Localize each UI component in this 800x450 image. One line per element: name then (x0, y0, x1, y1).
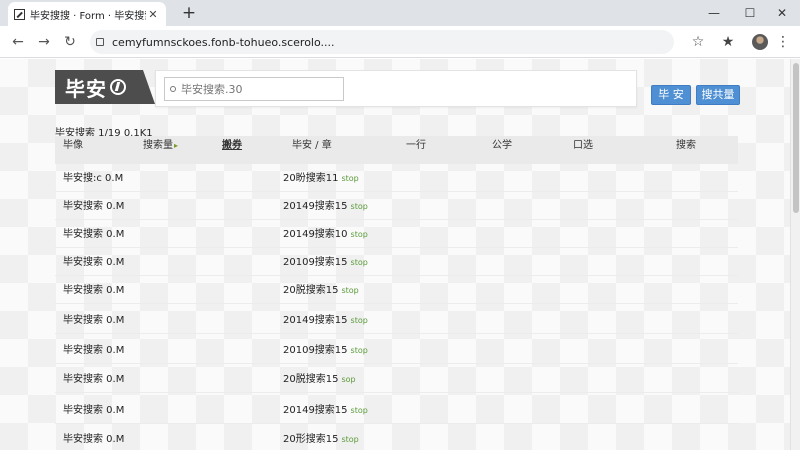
row-tag: stop (341, 174, 359, 183)
table-row[interactable]: 毕安搜索 0.M 20109搜索15 stop (55, 248, 738, 276)
table-row[interactable]: 毕安搜索 0.M 20109搜索15 stop (55, 336, 738, 364)
row-date: 20109搜索15 stop (283, 345, 368, 356)
row-tag: stop (341, 286, 359, 295)
table-row[interactable]: 毕安搜:c 0.M 20盼搜索11 stop (55, 164, 738, 192)
column-header[interactable]: 毕像 (63, 136, 83, 164)
maximize-icon[interactable]: ☐ (738, 3, 762, 23)
window-close-icon[interactable]: ✕ (770, 3, 794, 23)
table-row[interactable]: 毕安搜索 0.M 20149搜索15 stop (55, 306, 738, 334)
row-name: 毕安搜索 0.M (63, 257, 125, 268)
row-date: 20109搜索15 stop (283, 257, 368, 268)
row-name: 毕安搜索 0.M (63, 374, 125, 385)
reload-icon[interactable]: ↻ (60, 32, 80, 52)
row-tag: stop (350, 230, 368, 239)
logo-mark-icon (110, 79, 126, 95)
table-row[interactable]: 毕安搜索 0.M 20149搜索15 stop (55, 396, 738, 424)
search-field[interactable] (164, 77, 344, 101)
site-info-icon[interactable] (96, 38, 104, 46)
row-tag: stop (350, 406, 368, 415)
logo-text: 毕安 (65, 76, 107, 101)
row-date: 20盼搜索11 stop (283, 173, 359, 184)
column-header[interactable]: 搜索 (676, 136, 696, 164)
bookmark-star-outline-icon[interactable]: ☆ (688, 32, 708, 52)
row-tag: stop (350, 346, 368, 355)
scrollbar[interactable] (790, 59, 800, 450)
row-name: 毕安搜索 0.M (63, 434, 125, 445)
primary-search-button[interactable]: 毕 安 (651, 85, 691, 105)
row-date: 20脱搜索15 stop (283, 285, 359, 296)
column-header[interactable]: 毕安 / 章 (292, 136, 332, 164)
row-name: 毕安搜索 0.M (63, 285, 125, 296)
table-row[interactable]: 毕安搜索 0.M 20149搜索15 stop (55, 192, 738, 220)
search-icon (170, 86, 176, 92)
forward-arrow-icon[interactable]: → (34, 32, 54, 52)
tab-close-icon[interactable]: ✕ (146, 8, 160, 21)
row-tag: stop (350, 258, 368, 267)
row-name: 毕安搜索 0.M (63, 201, 125, 212)
row-tag: sop (341, 375, 356, 384)
column-header[interactable]: 口选 (573, 136, 593, 164)
minimize-icon[interactable]: — (702, 3, 726, 23)
scrollbar-thumb[interactable] (793, 63, 799, 213)
column-header[interactable]: 公学 (492, 136, 512, 164)
row-name: 毕安搜:c 0.M (63, 173, 124, 184)
column-header-sorted[interactable]: 搬券 (222, 136, 242, 164)
bookmarks-star-icon[interactable]: ★ (718, 32, 738, 52)
row-date: 20149搜索15 stop (283, 201, 368, 212)
column-header[interactable]: 搜索量▸ (143, 136, 178, 164)
back-arrow-icon[interactable]: ← (8, 32, 28, 52)
row-tag: stop (341, 435, 359, 444)
row-date: 20形搜索15 stop (283, 434, 359, 445)
row-name: 毕安搜索 0.M (63, 315, 125, 326)
profile-avatar[interactable] (752, 34, 768, 50)
row-name: 毕安搜索 0.M (63, 229, 125, 240)
row-date: 20149搜索15 stop (283, 315, 368, 326)
sort-arrow-icon: ▸ (174, 141, 179, 150)
table-row[interactable]: 毕安搜索 0.M 20脱搜索15 sop (55, 365, 738, 393)
tab-title: 毕安搜搜 · Form · 毕安搜索 (30, 10, 146, 22)
table-row[interactable]: 毕安搜索 0.M 20形搜索15 stop (55, 425, 738, 449)
table-row[interactable]: 毕安搜索 0.M 20脱搜索15 stop (55, 276, 738, 304)
row-tag: stop (350, 316, 368, 325)
row-date: 20149搜索15 stop (283, 405, 368, 416)
menu-dots-icon[interactable]: ⋮ (776, 32, 790, 52)
page-favicon-icon (14, 8, 25, 20)
row-tag: stop (350, 202, 368, 211)
new-tab-button[interactable]: + (180, 4, 198, 22)
tab-bar: 毕安搜搜 · Form · 毕安搜索 ✕ + — ☐ ✕ (0, 0, 800, 26)
search-panel (155, 70, 637, 107)
url-text: cemyfumnsckoes.fonb-tohueo.scerolo.... (112, 35, 335, 49)
row-name: 毕安搜索 0.M (63, 345, 125, 356)
row-date: 20脱搜索15 sop (283, 374, 356, 385)
browser-tab[interactable]: 毕安搜搜 · Form · 毕安搜索 ✕ (8, 2, 166, 26)
row-name: 毕安搜索 0.M (63, 405, 125, 416)
address-bar[interactable]: cemyfumnsckoes.fonb-tohueo.scerolo.... (90, 30, 674, 54)
search-input[interactable] (181, 82, 331, 96)
browser-toolbar: ← → ↻ cemyfumnsckoes.fonb-tohueo.scerolo… (0, 26, 800, 58)
site-logo[interactable]: 毕安 (55, 70, 155, 104)
row-date: 20149搜索10 stop (283, 229, 368, 240)
table-header: 毕像 搜索量▸ 搬券 毕安 / 章 一行 公学 口选 搜索 (55, 136, 738, 164)
table-row[interactable]: 毕安搜索 0.M 20149搜索10 stop (55, 220, 738, 248)
secondary-search-button[interactable]: 搜共量 (696, 85, 740, 105)
column-header[interactable]: 一行 (406, 136, 426, 164)
